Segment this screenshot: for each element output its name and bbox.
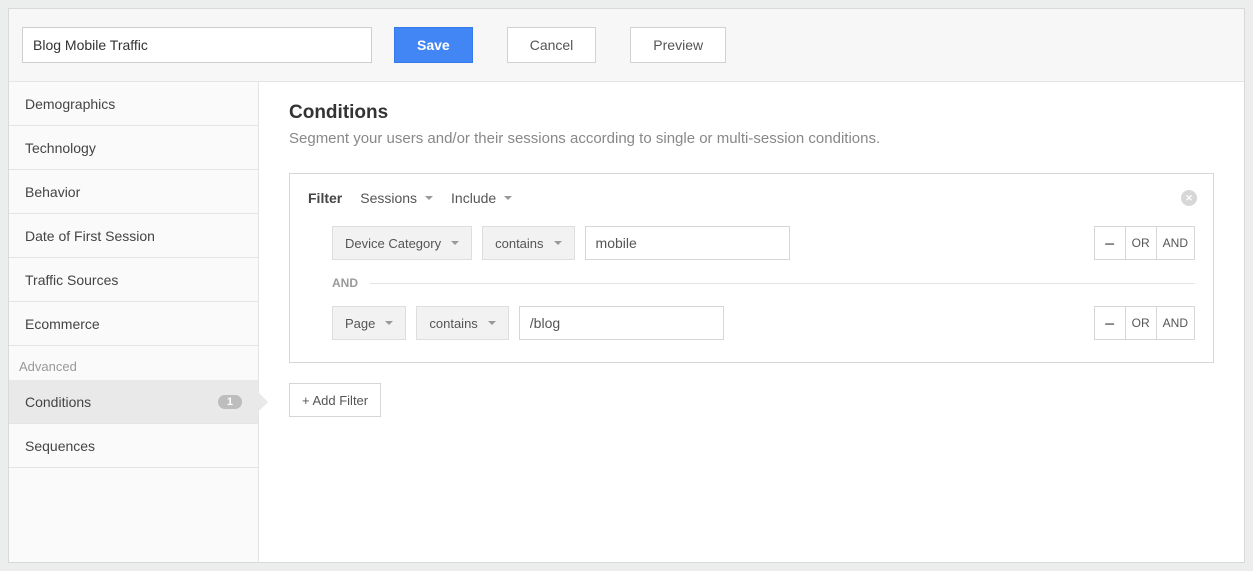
row-controls: – OR AND (1094, 306, 1195, 340)
conditions-count-badge: 1 (218, 395, 242, 409)
sidebar-item-label: Traffic Sources (25, 272, 118, 288)
caret-down-icon (385, 321, 393, 325)
dimension-value: Device Category (345, 236, 441, 251)
preview-button[interactable]: Preview (630, 27, 726, 63)
condition-value-input[interactable] (585, 226, 790, 260)
sidebar: Demographics Technology Behavior Date of… (9, 82, 259, 562)
sidebar-item-label: Demographics (25, 96, 115, 112)
and-separator: AND (332, 276, 1195, 290)
caret-down-icon (425, 196, 433, 200)
remove-condition-button[interactable]: – (1094, 306, 1126, 340)
filter-header: Filter Sessions Include (308, 190, 1195, 206)
filter-scope-dropdown[interactable]: Sessions (360, 190, 433, 206)
sidebar-item-technology[interactable]: Technology (9, 126, 258, 170)
row-controls: – OR AND (1094, 226, 1195, 260)
and-label: AND (332, 276, 358, 290)
separator-line (370, 283, 1195, 284)
filter-mode-dropdown[interactable]: Include (451, 190, 512, 206)
body: Demographics Technology Behavior Date of… (9, 82, 1244, 562)
sidebar-item-date-of-first-session[interactable]: Date of First Session (9, 214, 258, 258)
main-panel: Conditions Segment your users and/or the… (259, 82, 1244, 562)
sidebar-item-label: Sequences (25, 438, 95, 454)
filter-box: Filter Sessions Include Device Category (289, 173, 1214, 363)
close-icon[interactable] (1181, 190, 1197, 206)
dimension-dropdown[interactable]: Device Category (332, 226, 472, 260)
filter-scope-value: Sessions (360, 190, 417, 206)
operator-value: contains (495, 236, 543, 251)
caret-down-icon (554, 241, 562, 245)
caret-down-icon (488, 321, 496, 325)
dimension-dropdown[interactable]: Page (332, 306, 406, 340)
add-filter-button[interactable]: + Add Filter (289, 383, 381, 417)
condition-row: Device Category contains – OR AND (308, 226, 1195, 260)
condition-row: Page contains – OR AND (308, 306, 1195, 340)
caret-down-icon (451, 241, 459, 245)
sidebar-item-label: Behavior (25, 184, 80, 200)
sidebar-heading-advanced: Advanced (9, 346, 258, 380)
condition-value-input[interactable] (519, 306, 724, 340)
cancel-button[interactable]: Cancel (507, 27, 597, 63)
segment-name-input[interactable] (22, 27, 372, 63)
filter-mode-value: Include (451, 190, 496, 206)
remove-condition-button[interactable]: – (1094, 226, 1126, 260)
operator-value: contains (429, 316, 477, 331)
sidebar-item-sequences[interactable]: Sequences (9, 424, 258, 468)
or-button[interactable]: OR (1125, 306, 1157, 340)
section-title: Conditions (289, 102, 1214, 124)
sidebar-item-label: Ecommerce (25, 316, 100, 332)
caret-down-icon (504, 196, 512, 200)
save-button[interactable]: Save (394, 27, 473, 63)
and-button[interactable]: AND (1156, 306, 1195, 340)
sidebar-item-label: Conditions (25, 394, 91, 410)
sidebar-item-ecommerce[interactable]: Ecommerce (9, 302, 258, 346)
filter-label: Filter (308, 190, 342, 206)
segment-editor: Save Cancel Preview Demographics Technol… (8, 8, 1245, 563)
sidebar-item-label: Technology (25, 140, 96, 156)
and-button[interactable]: AND (1156, 226, 1195, 260)
sidebar-item-behavior[interactable]: Behavior (9, 170, 258, 214)
sidebar-item-traffic-sources[interactable]: Traffic Sources (9, 258, 258, 302)
operator-dropdown[interactable]: contains (416, 306, 508, 340)
sidebar-item-label: Date of First Session (25, 228, 155, 244)
top-bar: Save Cancel Preview (9, 8, 1244, 82)
dimension-value: Page (345, 316, 375, 331)
section-description: Segment your users and/or their sessions… (289, 130, 1214, 147)
or-button[interactable]: OR (1125, 226, 1157, 260)
sidebar-item-demographics[interactable]: Demographics (9, 82, 258, 126)
sidebar-item-conditions[interactable]: Conditions 1 (9, 380, 258, 424)
operator-dropdown[interactable]: contains (482, 226, 574, 260)
